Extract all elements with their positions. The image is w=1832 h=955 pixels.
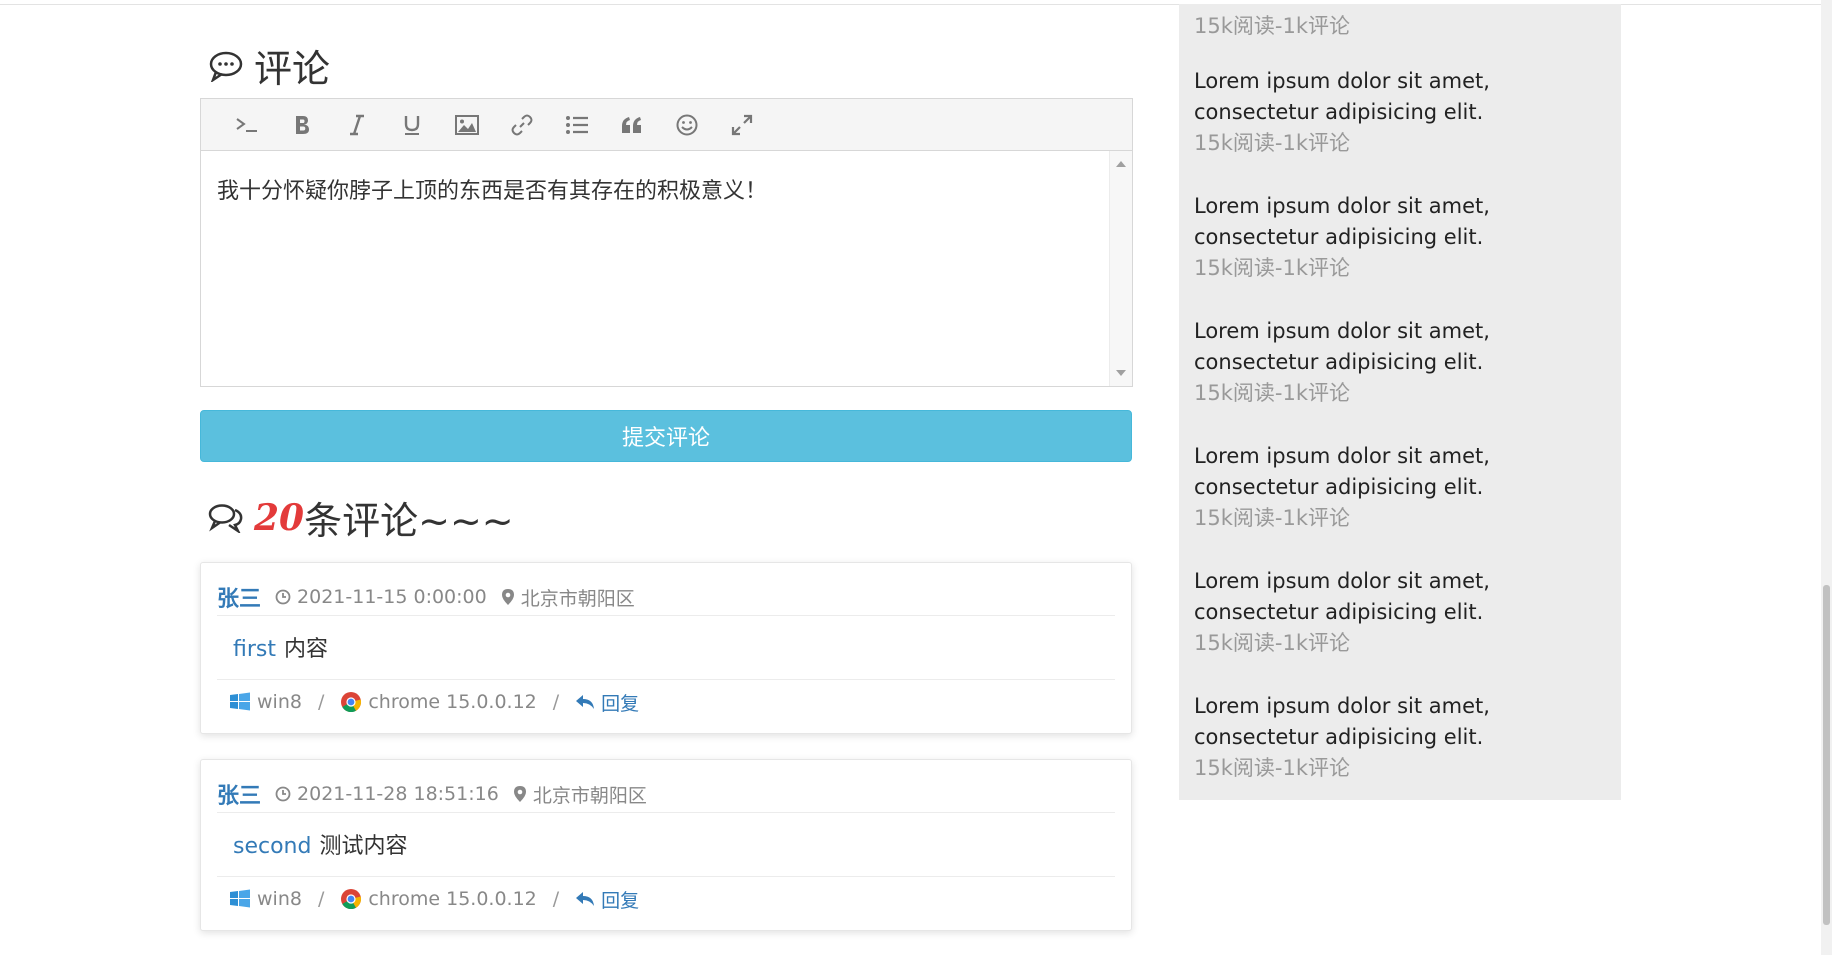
clock-icon xyxy=(275,786,291,802)
submit-comment-button[interactable]: 提交评论 xyxy=(200,410,1132,462)
comment-text: 测试内容 xyxy=(319,834,408,859)
sidebar-item-title[interactable]: Lorem ipsum dolor sit amet, consectetur … xyxy=(1194,441,1619,503)
comment-browser-text: chrome 15.0.0.12 xyxy=(368,888,537,910)
list-icon[interactable] xyxy=(549,105,604,145)
comments-count-suffix: 条评论~~~ xyxy=(304,499,514,543)
comment-browser-text: chrome 15.0.0.12 xyxy=(368,691,537,713)
comment-text: 内容 xyxy=(284,637,329,662)
sidebar-item-title[interactable]: Lorem ipsum dolor sit amet, consectetur … xyxy=(1194,691,1619,753)
comment-location: 北京市朝阳区 xyxy=(501,584,635,611)
reply-icon xyxy=(576,892,595,906)
chrome-icon xyxy=(341,692,362,713)
sidebar-item: Lorem ipsum dolor sit amet, consectetur … xyxy=(1194,566,1619,691)
comment-time-text: 2021-11-28 18:51:16 xyxy=(297,783,499,805)
comment-footer: win8 / chrome 15.0.0.12 / 回复 xyxy=(217,679,1115,724)
comment-header: 张三 2021-11-15 0:00:00 北京市朝阳区 xyxy=(217,579,1115,616)
comment-author[interactable]: 张三 xyxy=(217,581,261,613)
comment-location-text: 北京市朝阳区 xyxy=(532,784,647,807)
location-icon xyxy=(501,589,514,605)
sidebar-item-title[interactable]: Lorem ipsum dolor sit amet, consectetur … xyxy=(1194,66,1619,128)
windows-icon xyxy=(230,889,250,908)
smile-icon[interactable] xyxy=(659,105,714,145)
terminal-icon[interactable] xyxy=(219,105,274,145)
editor-toolbar xyxy=(201,99,1132,151)
sidebar-item: Lorem ipsum dolor sit amet, consectetur … xyxy=(1194,191,1619,316)
comments-count-heading: 20 条评论~~~ xyxy=(208,490,514,545)
comment-os: win8 xyxy=(229,888,302,910)
comment-location-text: 北京市朝阳区 xyxy=(520,587,635,610)
reply-button[interactable]: 回复 xyxy=(575,886,639,913)
chrome-icon xyxy=(341,889,362,910)
sidebar-item: Lorem ipsum dolor sit amet, consectetur … xyxy=(1194,691,1619,816)
italic-icon[interactable] xyxy=(329,105,384,145)
bold-icon[interactable] xyxy=(274,105,329,145)
reply-icon xyxy=(576,695,595,709)
sidebar-item-title[interactable]: Lorem ipsum dolor sit amet, consectetur … xyxy=(1194,191,1619,253)
underline-icon[interactable] xyxy=(384,105,439,145)
comment-editor[interactable]: 我十分怀疑你脖子上顶的东西是否有其存在的积极意义！ xyxy=(200,98,1133,387)
sidebar-item-meta: 15k阅读-1k评论 xyxy=(1194,631,1350,655)
comments-icon xyxy=(208,503,244,533)
sidebar-item-meta: 15k阅读-1k评论 xyxy=(1194,381,1350,405)
comment-browser: chrome 15.0.0.12 xyxy=(340,888,537,910)
reply-label: 回复 xyxy=(601,889,640,912)
comment-highlight: first xyxy=(233,637,276,662)
comment-card: 张三 2021-11-28 18:51:16 北京市朝阳区 second 测试内容… xyxy=(200,759,1132,931)
page-scrollbar-thumb[interactable] xyxy=(1823,585,1830,925)
comment-card: 张三 2021-11-15 0:00:00 北京市朝阳区 first 内容 win… xyxy=(200,562,1132,734)
comment-author[interactable]: 张三 xyxy=(217,778,261,810)
page-scrollbar[interactable] xyxy=(1821,0,1832,955)
comment-body: second 测试内容 xyxy=(233,828,407,860)
comment-header: 张三 2021-11-28 18:51:16 北京市朝阳区 xyxy=(217,776,1115,813)
comment-location: 北京市朝阳区 xyxy=(513,781,647,808)
sidebar-item-title[interactable]: Lorem ipsum dolor sit amet, consectetur … xyxy=(1194,566,1619,628)
separator: / xyxy=(317,888,325,910)
comment-heading-text: 评论 xyxy=(254,47,331,91)
comment-footer: win8 / chrome 15.0.0.12 / 回复 xyxy=(217,876,1115,921)
scroll-down-icon[interactable] xyxy=(1116,370,1126,376)
separator: / xyxy=(552,691,560,713)
comments-count: 20 xyxy=(254,496,305,539)
comment-os-text: win8 xyxy=(257,691,302,713)
comment-heading: 评论 xyxy=(208,38,330,93)
quote-icon[interactable] xyxy=(604,105,659,145)
sidebar-list: Lorem ipsum dolor sit amet, consectetur … xyxy=(1194,66,1619,816)
sidebar-item: Lorem ipsum dolor sit amet, consectetur … xyxy=(1194,66,1619,191)
link-icon[interactable] xyxy=(494,105,549,145)
comment-highlight: second xyxy=(233,834,312,859)
location-icon xyxy=(513,786,526,802)
windows-icon xyxy=(230,692,250,711)
comment-time: 2021-11-15 0:00:00 xyxy=(275,586,487,608)
image-icon[interactable] xyxy=(439,105,494,145)
sidebar-item: Lorem ipsum dolor sit amet, consectetur … xyxy=(1194,441,1619,566)
scroll-up-icon[interactable] xyxy=(1116,161,1126,167)
clock-icon xyxy=(275,589,291,605)
editor-scrollbar[interactable] xyxy=(1109,151,1132,386)
editor-textarea[interactable]: 我十分怀疑你脖子上顶的东西是否有其存在的积极意义！ xyxy=(201,151,1110,386)
comment-time: 2021-11-28 18:51:16 xyxy=(275,783,499,805)
sidebar-article-list: 15k阅读-1k评论 Lorem ipsum dolor sit amet, c… xyxy=(1179,4,1621,800)
sidebar-item-meta: 15k阅读-1k评论 xyxy=(1194,756,1350,780)
comment-os: win8 xyxy=(229,691,302,713)
sidebar-item-meta: 15k阅读-1k评论 xyxy=(1194,506,1350,530)
reply-label: 回复 xyxy=(601,692,640,715)
fullscreen-icon[interactable] xyxy=(714,105,769,145)
reply-button[interactable]: 回复 xyxy=(575,689,639,716)
comment-body: first 内容 xyxy=(233,631,328,663)
sidebar-item-meta: 15k阅读-1k评论 xyxy=(1194,131,1350,155)
comment-browser: chrome 15.0.0.12 xyxy=(340,691,537,713)
separator: / xyxy=(552,888,560,910)
comment-os-text: win8 xyxy=(257,888,302,910)
sidebar-item-meta: 15k阅读-1k评论 xyxy=(1194,14,1350,38)
comment-time-text: 2021-11-15 0:00:00 xyxy=(297,586,487,608)
sidebar-item-title[interactable]: Lorem ipsum dolor sit amet, consectetur … xyxy=(1194,316,1619,378)
sidebar-item: Lorem ipsum dolor sit amet, consectetur … xyxy=(1194,316,1619,441)
separator: / xyxy=(317,691,325,713)
sidebar-item-meta: 15k阅读-1k评论 xyxy=(1194,256,1350,280)
comment-icon xyxy=(208,50,244,82)
